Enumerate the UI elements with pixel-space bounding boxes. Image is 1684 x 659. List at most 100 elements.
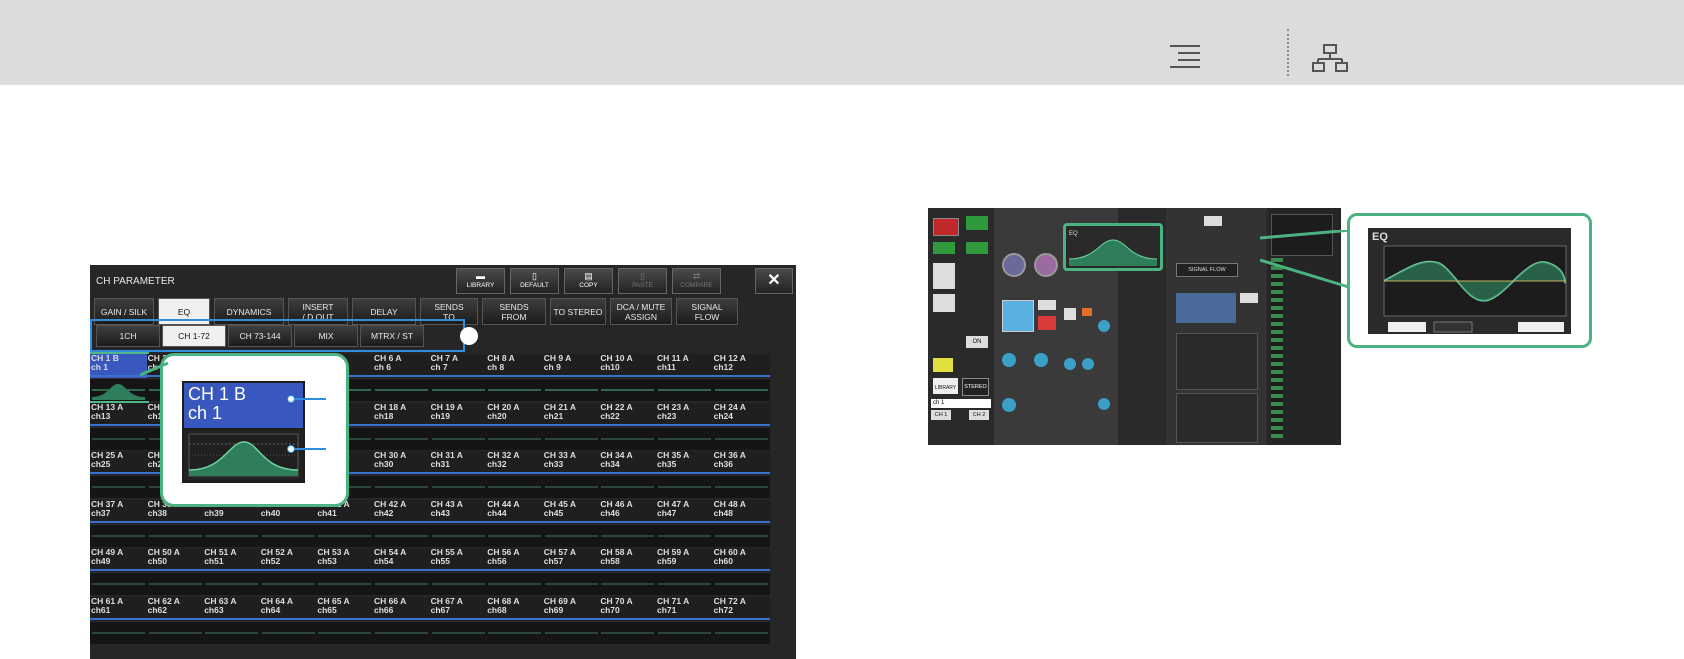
eq-graph-highlight[interactable]: EQ — [1063, 223, 1163, 271]
delay-knob[interactable] — [1002, 398, 1016, 412]
channel-strip[interactable]: CH 10 A ch10 — [599, 354, 657, 401]
channel-strip[interactable]: CH 68 A ch68 — [486, 596, 544, 644]
eq-q-knob[interactable] — [1064, 358, 1076, 370]
channel-eq-graph[interactable] — [90, 523, 147, 547]
channel-strip[interactable]: CH 21 A ch21 — [542, 402, 600, 450]
channel-strip[interactable]: CH 47 A ch47 — [656, 499, 713, 547]
eq-band4-knob[interactable] — [1098, 398, 1110, 410]
paste-button[interactable]: ▯ PASTE — [618, 268, 667, 294]
channel-eq-graph[interactable] — [146, 523, 204, 547]
rack-on-button[interactable] — [1240, 293, 1258, 303]
channel-strip[interactable]: CH 59 A ch59 — [656, 548, 713, 595]
channel-eq-graph[interactable] — [712, 572, 770, 595]
channel-eq-graph[interactable] — [599, 426, 657, 450]
channel-eq-graph[interactable] — [712, 426, 770, 450]
channel-eq-graph[interactable] — [429, 620, 487, 644]
channel-eq-graph[interactable] — [486, 378, 544, 401]
channel-eq-graph[interactable] — [429, 426, 487, 450]
channel-eq-graph[interactable] — [90, 572, 147, 595]
channel-eq-graph[interactable] — [90, 620, 147, 644]
channel-eq-graph[interactable] — [656, 572, 713, 595]
channel-strip[interactable]: CH 50 A ch50 — [146, 548, 204, 595]
channel-strip[interactable]: CH 60 A ch60 — [712, 548, 770, 595]
channel-eq-graph[interactable] — [146, 572, 204, 595]
ch2-select[interactable]: CH 2 — [969, 410, 989, 420]
channel-strip[interactable]: CH 61 A ch61 — [90, 596, 147, 644]
channel-eq-graph[interactable] — [90, 378, 147, 401]
compare-button[interactable]: ⇄ COMPARE — [672, 268, 721, 294]
channel-eq-graph[interactable] — [712, 620, 770, 644]
to-st-b-button[interactable] — [933, 294, 955, 312]
channel-eq-graph[interactable] — [90, 475, 147, 498]
channel-eq-graph[interactable] — [203, 523, 261, 547]
channel-strip[interactable]: CH 22 A ch22 — [599, 402, 657, 450]
channel-strip[interactable]: CH 20 A ch20 — [486, 402, 544, 450]
channel-eq-graph[interactable] — [373, 572, 430, 595]
channel-eq-graph[interactable] — [429, 475, 487, 498]
channel-eq-graph[interactable] — [90, 426, 147, 450]
channel-strip[interactable]: CH 69 A ch69 — [542, 596, 600, 644]
subtab-1ch[interactable]: 1CH — [96, 325, 160, 347]
channel-strip[interactable]: CH 11 A ch11 — [656, 354, 713, 401]
channel-eq-graph[interactable] — [542, 426, 600, 450]
channel-eq-graph[interactable] — [373, 378, 430, 401]
ch1-select[interactable]: CH 1 — [931, 410, 951, 420]
channel-eq-graph[interactable] — [656, 523, 713, 547]
channel-eq-graph[interactable] — [599, 475, 657, 498]
to-st-a-button[interactable] — [933, 263, 955, 289]
channel-eq-graph[interactable] — [599, 523, 657, 547]
channel-eq-graph[interactable] — [373, 475, 430, 498]
channel-eq-graph[interactable] — [542, 572, 600, 595]
signal-flow-button[interactable]: SIGNAL FLOW — [1176, 263, 1238, 277]
toc-icon[interactable] — [1168, 44, 1202, 72]
channel-strip[interactable]: CH 23 A ch23 — [656, 402, 713, 450]
channel-strip[interactable]: CH 25 A ch25 — [90, 451, 147, 498]
close-button[interactable]: ✕ — [755, 268, 793, 294]
channel-eq-graph[interactable] — [316, 620, 374, 644]
channel-strip[interactable]: CH 63 A ch63 — [203, 596, 261, 644]
premium-rack[interactable] — [1176, 293, 1236, 323]
channel-strip[interactable]: CH 70 A ch70 — [599, 596, 657, 644]
digital-gain-knob[interactable] — [1002, 353, 1016, 367]
channel-strip[interactable]: CH 8 A ch 8 — [486, 354, 544, 401]
subtab-ch-73-144[interactable]: CH 73-144 — [228, 325, 292, 347]
tab-signal-flow[interactable]: SIGNAL FLOW — [676, 298, 738, 325]
channel-eq-graph[interactable] — [486, 523, 544, 547]
zoomed-channel-name[interactable]: CH 1 B ch 1 — [184, 383, 303, 428]
sitemap-icon[interactable] — [1312, 44, 1348, 74]
channel-eq-graph[interactable] — [373, 620, 430, 644]
tab-to-stereo[interactable]: TO STEREO — [550, 298, 606, 325]
channel-name-field[interactable]: ch 1 — [931, 399, 991, 408]
channel-eq-graph[interactable] — [429, 572, 487, 595]
channel-strip[interactable]: CH 30 A ch30 — [373, 451, 430, 498]
channel-eq-graph[interactable] — [429, 378, 487, 401]
channel-strip[interactable]: CH 6 A ch 6 — [373, 354, 430, 401]
channel-strip[interactable]: CH 19 A ch19 — [429, 402, 487, 450]
channel-strip[interactable]: CH 43 A ch43 — [429, 499, 487, 547]
phase-knob[interactable] — [1034, 353, 1048, 367]
channel-eq-graph[interactable] — [146, 620, 204, 644]
silk-red-button[interactable] — [1038, 316, 1056, 330]
channel-strip[interactable]: CH 9 A ch 9 — [542, 354, 600, 401]
channel-strip[interactable]: CH 37 A ch37 — [90, 499, 147, 547]
channel-eq-graph[interactable] — [373, 426, 430, 450]
eq-type-button[interactable] — [1082, 308, 1092, 316]
on-button[interactable]: ON — [966, 336, 988, 348]
mute-safe-button[interactable] — [966, 242, 988, 254]
channel-strip[interactable]: CH 1 B ch 1 — [90, 352, 149, 403]
channel-strip[interactable]: CH 24 A ch24 — [712, 402, 770, 450]
channel-eq-graph[interactable] — [373, 523, 430, 547]
channel-strip[interactable]: CH 46 A ch46 — [599, 499, 657, 547]
channel-strip[interactable]: CH 65 A ch65 — [316, 596, 374, 644]
channel-strip[interactable]: CH 36 A ch36 — [712, 451, 770, 498]
channel-eq-graph[interactable] — [316, 572, 374, 595]
default-button[interactable]: ▯ DEFAULT — [510, 268, 559, 294]
channel-strip[interactable]: CH 48 A ch48 — [712, 499, 770, 547]
channel-strip[interactable]: CH 55 A ch55 — [429, 548, 487, 595]
channel-eq-graph[interactable] — [259, 620, 317, 644]
channel-strip[interactable]: CH 57 A ch57 — [542, 548, 600, 595]
channel-strip[interactable]: CH 72 A ch72 — [712, 596, 770, 644]
channel-eq-graph[interactable] — [542, 378, 600, 401]
silk-on-button[interactable] — [1038, 300, 1056, 310]
channel-eq-graph[interactable] — [259, 523, 317, 547]
